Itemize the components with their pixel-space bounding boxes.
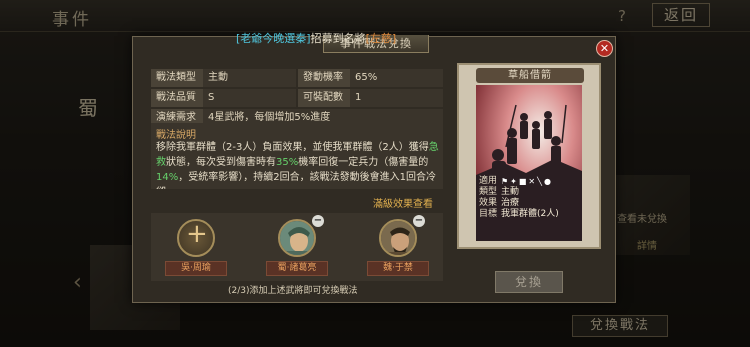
card-effect-value: 治療	[501, 198, 520, 208]
recruit-ticker: [老爺今晚選秦]招募到名將[左慈]	[236, 30, 396, 46]
avatar[interactable]	[379, 219, 417, 257]
ticker-text: 招募到名將	[310, 32, 366, 45]
hero-slot-3[interactable]: − 魏·于禁	[367, 215, 429, 276]
card-info: 適用 類型 主動 效果 治療 目標 我軍群體(2人)	[479, 176, 559, 220]
type-label: 戰法類型	[151, 69, 203, 87]
card-target-label: 目標	[479, 209, 498, 219]
minus-icon[interactable]: −	[413, 215, 425, 227]
hero-slot-1[interactable]: + 吳·周瑜	[165, 219, 227, 276]
description-box[interactable]: 戰法說明 移除我軍群體（2-3人）負面效果，並使我軍群體（2人）獲得急救狀態，每…	[151, 123, 443, 189]
exchange-button[interactable]: 兌換	[495, 271, 563, 293]
type-value: 主動	[203, 69, 296, 87]
hero-name: 魏·于禁	[367, 261, 429, 276]
description-text: 移除我軍群體（2-3人）負面效果，並使我軍群體（2人）獲得急救狀態，每次受到傷害…	[156, 142, 439, 189]
hero-name: 蜀·諸葛亮	[266, 261, 328, 276]
exchange-note: (2/3)添加上述武將即可兌換戰法	[228, 286, 358, 296]
rate-value: 65%	[350, 69, 443, 87]
slots-label: 可裝配數	[298, 89, 350, 107]
tactic-exchange-dialog: 事件戰法兌換 ✕ 戰法類型 主動 發動機率 65% 戰法品質 S 可裝配數 1 …	[132, 35, 616, 303]
ticker-hero: [左慈]	[365, 32, 397, 45]
card-title: 草船借箭	[476, 68, 584, 83]
card-target-value: 我軍群體(2人)	[501, 209, 559, 219]
avatar[interactable]	[278, 219, 316, 257]
description-label: 戰法說明	[156, 130, 196, 141]
card-type-label: 類型	[479, 187, 498, 197]
add-hero-slot[interactable]: +	[177, 219, 215, 257]
full-effect-link[interactable]: 滿級效果查看	[373, 195, 433, 210]
rate-label: 發動機率	[298, 69, 350, 87]
tactic-card: 草船借箭 ⚑✦■✕╲● 適用 類型 主動 效果 治療 目標 我軍群體(2人)	[457, 63, 601, 249]
slots-value: 1	[350, 89, 443, 107]
close-icon[interactable]: ✕	[596, 40, 613, 57]
tactic-info-grid: 戰法類型 主動 發動機率 65% 戰法品質 S 可裝配數 1 演練需求 4星武將…	[151, 69, 443, 129]
hero-slots: + 吳·周瑜 − 蜀·諸葛亮 − 魏·于禁	[151, 213, 443, 281]
hero-name: 吳·周瑜	[165, 261, 227, 276]
minus-icon[interactable]: −	[312, 215, 324, 227]
plus-icon: +	[186, 219, 208, 249]
ticker-player: [老爺今晚選秦]	[236, 32, 311, 45]
card-use-label: 適用	[479, 176, 498, 186]
card-type-value: 主動	[501, 187, 520, 197]
grade-value: S	[203, 89, 296, 107]
hero-slot-2[interactable]: − 蜀·諸葛亮	[266, 215, 328, 276]
grade-label: 戰法品質	[151, 89, 203, 107]
card-effect-label: 效果	[479, 198, 498, 208]
